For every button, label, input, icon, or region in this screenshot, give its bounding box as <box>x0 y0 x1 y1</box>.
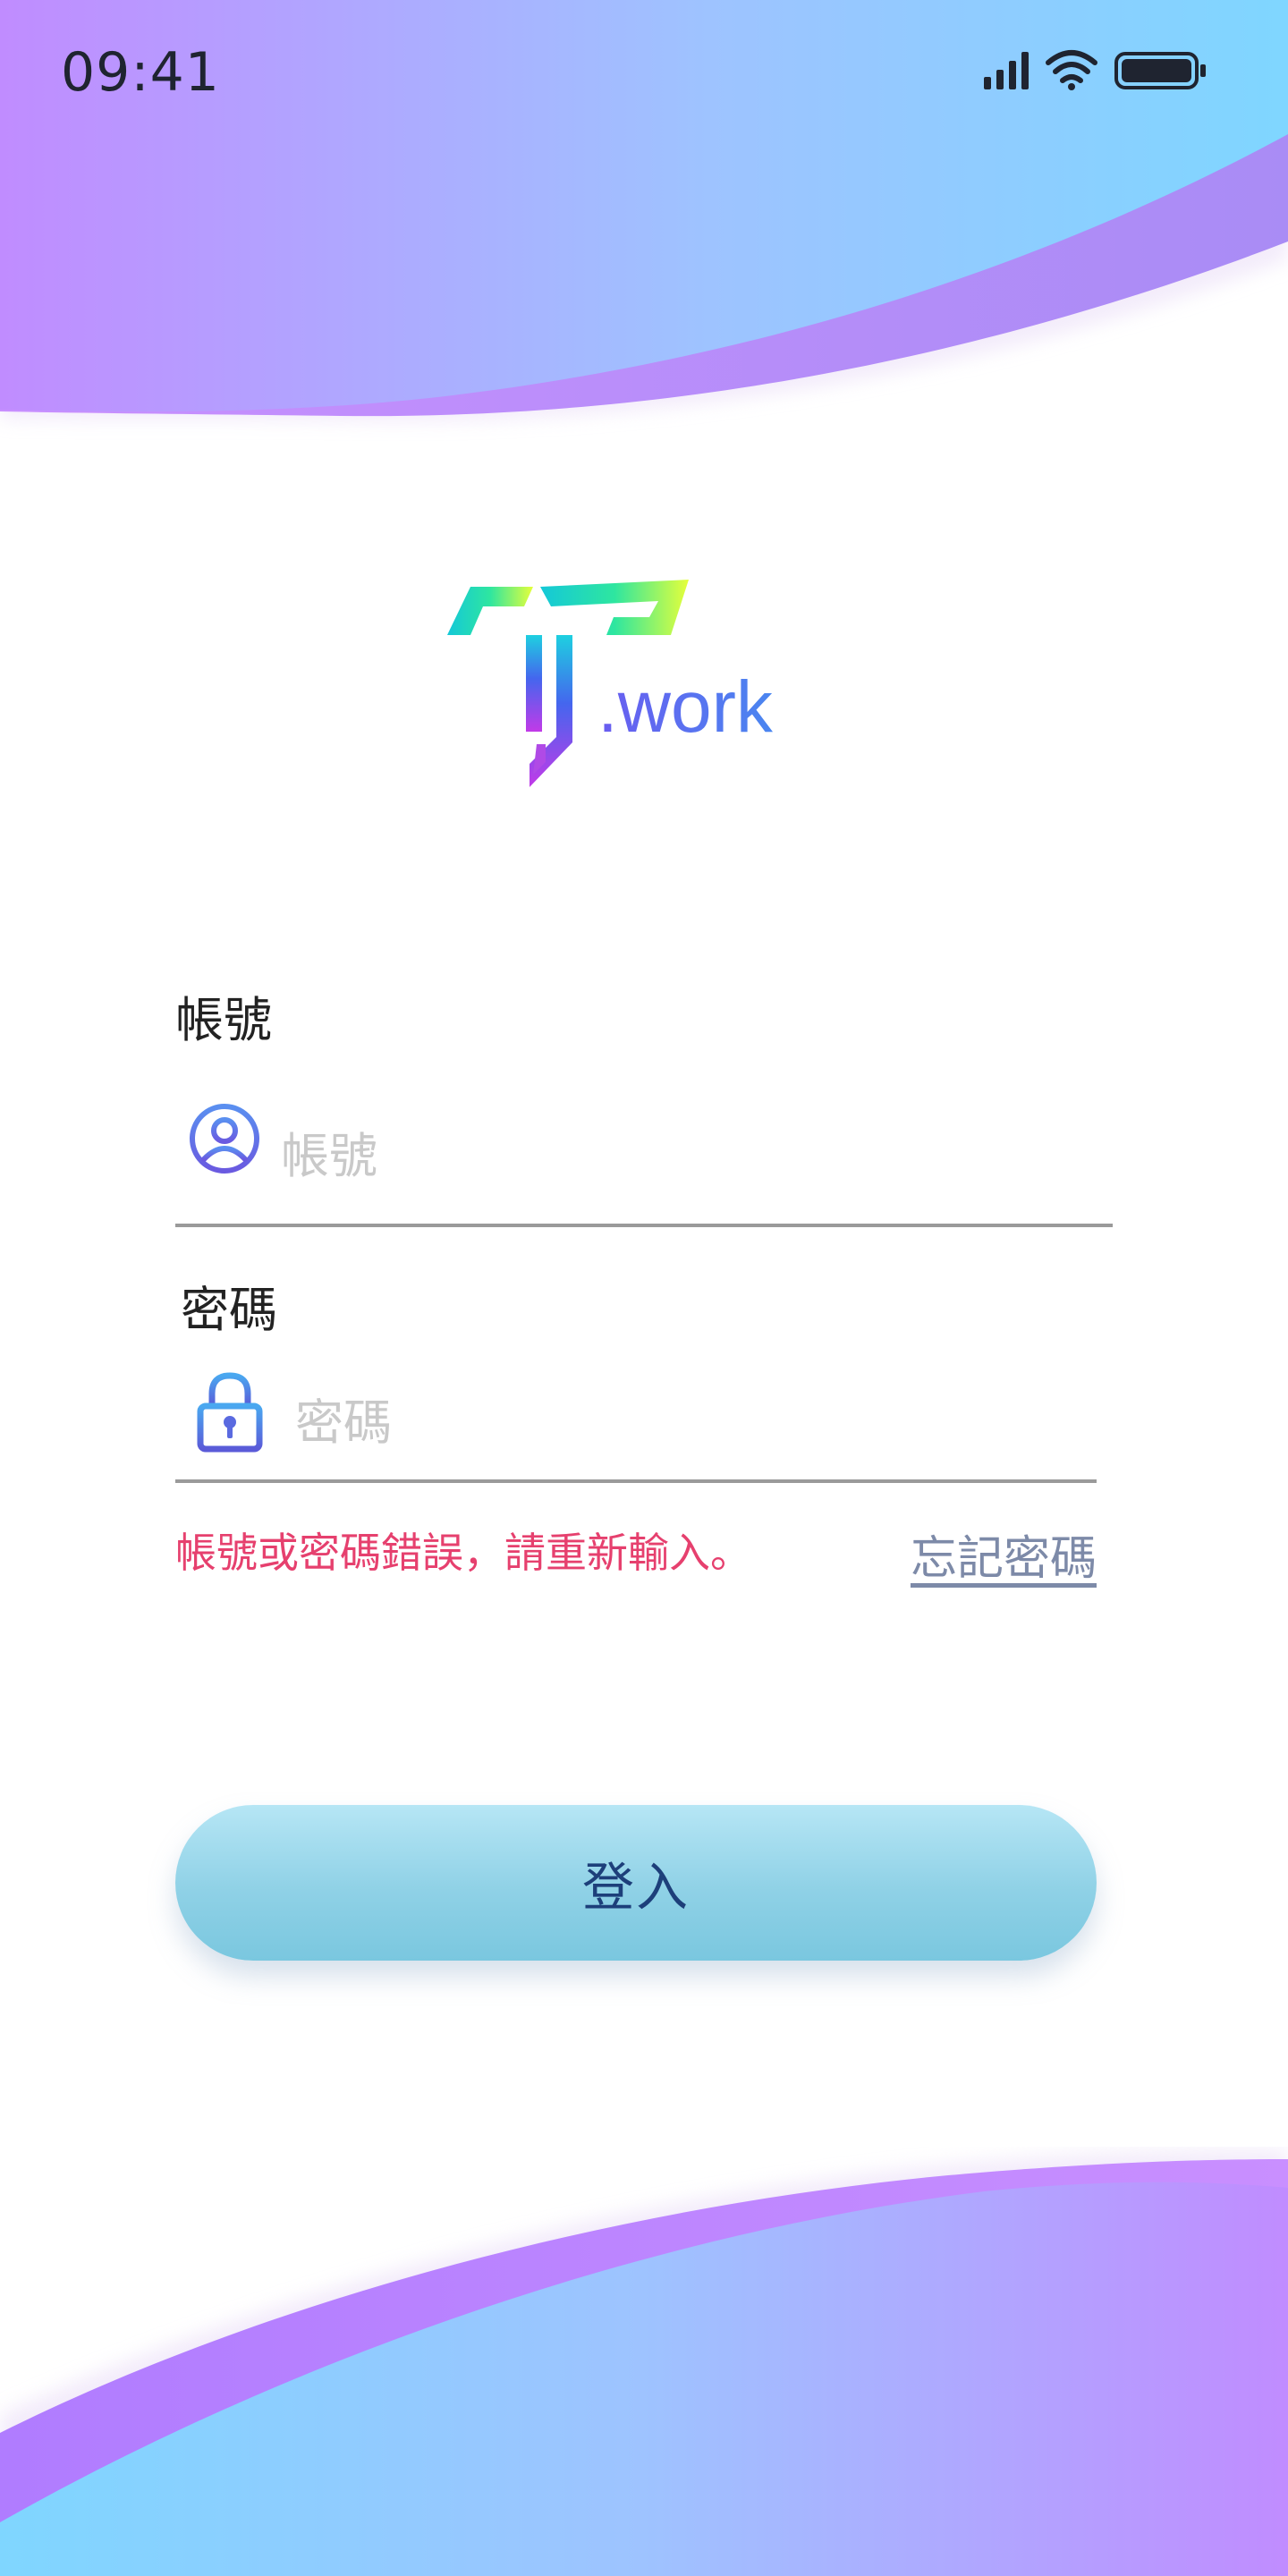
account-input[interactable] <box>281 1120 1086 1191</box>
password-label: 密碼 <box>181 1282 277 1338</box>
account-underline <box>175 1224 1113 1227</box>
app-logo: .work <box>447 580 774 787</box>
status-time: 09:41 <box>61 41 220 104</box>
password-input[interactable] <box>295 1386 1082 1458</box>
login-button[interactable]: 登入 <box>175 1805 1097 1961</box>
account-label: 帳號 <box>175 992 272 1048</box>
password-field <box>175 1360 1097 1483</box>
forgot-password-link[interactable]: 忘記密碼 <box>911 1521 1097 1588</box>
bottom-wave-decoration <box>0 2149 1288 2576</box>
logo-wordmark: .work <box>597 666 774 748</box>
status-bar: 09:41 <box>0 0 1288 143</box>
battery-icon <box>1114 52 1206 89</box>
signal-icon <box>984 52 1029 89</box>
user-icon <box>190 1104 259 1174</box>
error-message: 帳號或密碼錯誤，請重新輸入。 <box>175 1529 751 1577</box>
lock-icon <box>197 1372 263 1453</box>
password-underline <box>175 1479 1097 1483</box>
wifi-icon <box>1046 50 1097 90</box>
account-field <box>175 1102 1113 1227</box>
status-icons <box>984 50 1206 90</box>
